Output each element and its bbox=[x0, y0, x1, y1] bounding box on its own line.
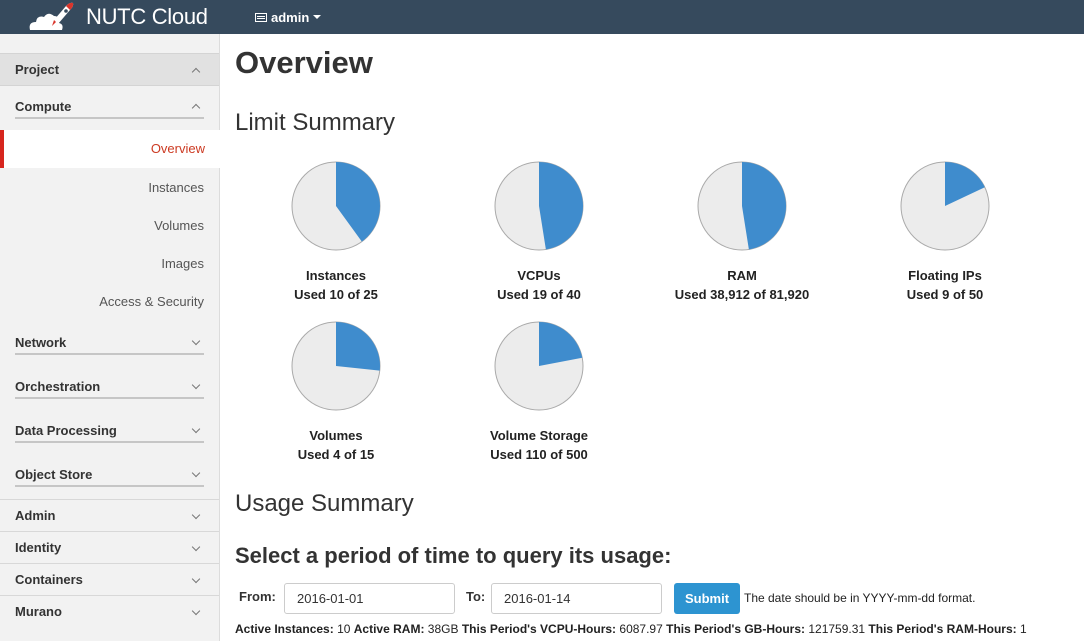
sidebar-group-label: Object Store bbox=[15, 466, 93, 482]
page-title: Overview bbox=[235, 45, 373, 80]
stat-label: This Period's VCPU-Hours: bbox=[461, 622, 617, 636]
pie-used-slice bbox=[742, 162, 787, 250]
chevron-down-icon bbox=[191, 510, 201, 519]
ram-pie-chart bbox=[697, 161, 787, 251]
sidebar-group-orchestration[interactable]: Orchestration bbox=[0, 371, 219, 401]
stat-value: 6087.97 bbox=[619, 622, 663, 636]
sidebar-group-label: Network bbox=[15, 334, 67, 350]
instances-pie-chart bbox=[291, 161, 381, 251]
stat-label: This Period's GB-Hours: bbox=[666, 622, 805, 636]
brand-logo[interactable]: NUTC Cloud bbox=[26, 0, 208, 34]
chevron-down-icon bbox=[191, 468, 201, 478]
floating-ips-pie-chart bbox=[900, 161, 990, 251]
sidebar-dashboard-label: Identity bbox=[15, 540, 62, 555]
usage-summary-heading: Usage Summary bbox=[235, 490, 414, 517]
sidebar-group-object-store[interactable]: Object Store bbox=[0, 459, 219, 489]
sidebar: Project Compute Overview Instances Volum… bbox=[0, 34, 220, 641]
chevron-down-icon bbox=[191, 336, 201, 346]
sidebar-dashboard-label: Murano bbox=[15, 604, 62, 619]
user-menu-dropdown[interactable]: admin bbox=[255, 0, 322, 34]
usage-stats: Active Instances: 10 Active RAM: 38GB Th… bbox=[235, 622, 1027, 636]
date-range-form: From: To: Submit The date should be in Y… bbox=[235, 583, 1084, 615]
divider bbox=[15, 485, 204, 487]
sidebar-item-images[interactable]: Images bbox=[0, 245, 219, 283]
limit-usage: Used 38,912 of 81,920 bbox=[674, 287, 810, 302]
limit-usage: Used 10 of 25 bbox=[294, 287, 378, 302]
limit-usage: Used 9 of 50 bbox=[906, 287, 984, 302]
limit-title: Volume Storage bbox=[489, 428, 588, 443]
stat-value: 121759.31 bbox=[808, 622, 866, 636]
from-label: From: bbox=[239, 589, 276, 604]
volumes-pie-chart bbox=[291, 321, 381, 411]
sidebar-dashboard-containers[interactable]: Containers bbox=[0, 563, 219, 595]
caret-down-icon bbox=[313, 15, 322, 19]
limit-title: Floating IPs bbox=[908, 268, 982, 283]
limit-card-volumes: Volumes Used 4 of 15 bbox=[236, 320, 436, 464]
pie-used-slice bbox=[539, 162, 584, 250]
sidebar-item-volumes[interactable]: Volumes bbox=[0, 207, 219, 245]
main-content: Overview Limit Summary Instances Used 10… bbox=[235, 34, 1084, 641]
sidebar-item-instances[interactable]: Instances bbox=[0, 169, 219, 207]
stat-value: 1 bbox=[1019, 622, 1027, 636]
chevron-down-icon bbox=[191, 542, 201, 551]
project-icon bbox=[255, 12, 267, 22]
stat-label: Active Instances: bbox=[235, 622, 334, 636]
limit-title: Instances bbox=[306, 268, 366, 283]
chevron-up-icon bbox=[191, 103, 201, 113]
stat-label: Active RAM: bbox=[353, 622, 425, 636]
divider bbox=[15, 397, 204, 399]
sidebar-group-label: Compute bbox=[15, 98, 72, 114]
limit-title: RAM bbox=[727, 268, 757, 283]
limit-usage: Used 19 of 40 bbox=[497, 287, 581, 302]
chevron-down-icon bbox=[191, 574, 201, 583]
limit-title: VCPUs bbox=[517, 268, 561, 283]
to-date-input[interactable] bbox=[491, 583, 662, 614]
vcpus-pie-chart bbox=[494, 161, 584, 251]
period-heading: Select a period of time to query its usa… bbox=[235, 543, 672, 568]
stat-value: 10 bbox=[337, 622, 351, 636]
chevron-down-icon bbox=[191, 380, 201, 390]
divider bbox=[15, 441, 204, 443]
limit-card-volume-storage: Volume Storage Used 110 of 500 bbox=[439, 320, 639, 464]
sidebar-dashboard-identity[interactable]: Identity bbox=[0, 531, 219, 563]
chevron-down-icon bbox=[191, 606, 201, 615]
sidebar-dashboard-murano[interactable]: Murano bbox=[0, 595, 219, 627]
limit-summary-heading: Limit Summary bbox=[235, 109, 396, 136]
sidebar-group-data-processing[interactable]: Data Processing bbox=[0, 415, 219, 445]
sidebar-item-overview[interactable]: Overview bbox=[0, 130, 220, 168]
user-menu-label: admin bbox=[271, 9, 310, 25]
brand-name: NUTC Cloud bbox=[86, 4, 208, 29]
sidebar-group-label: Orchestration bbox=[15, 378, 101, 394]
rocket-cloud-icon bbox=[29, 2, 74, 30]
chevron-up-icon bbox=[191, 67, 201, 76]
limit-card-vcpus: VCPUs Used 19 of 40 bbox=[439, 160, 639, 304]
limit-card-floating-ips: Floating IPs Used 9 of 50 bbox=[845, 160, 1045, 304]
sidebar-group-network[interactable]: Network bbox=[0, 327, 219, 357]
divider bbox=[15, 353, 204, 355]
from-date-input[interactable] bbox=[284, 583, 455, 614]
sidebar-dashboard-label: Admin bbox=[15, 508, 56, 523]
limit-title: Volumes bbox=[309, 428, 363, 443]
sidebar-project-header[interactable]: Project bbox=[0, 53, 219, 86]
sidebar-dashboard-admin[interactable]: Admin bbox=[0, 499, 219, 531]
sidebar-group-compute[interactable]: Compute bbox=[0, 91, 219, 121]
sidebar-item-access-security[interactable]: Access & Security bbox=[0, 283, 219, 321]
volume-storage-pie-chart bbox=[494, 321, 584, 411]
chevron-down-icon bbox=[191, 424, 201, 434]
sidebar-group-label: Data Processing bbox=[15, 422, 117, 438]
pie-used-slice bbox=[336, 322, 380, 371]
limit-card-ram: RAM Used 38,912 of 81,920 bbox=[642, 160, 842, 304]
to-label: To: bbox=[466, 589, 486, 604]
limit-usage: Used 4 of 15 bbox=[297, 447, 375, 462]
date-format-hint: The date should be in YYYY-mm-dd format. bbox=[744, 591, 976, 605]
sidebar-project-label: Project bbox=[15, 62, 60, 77]
divider bbox=[15, 117, 204, 119]
sidebar-dashboard-label: Containers bbox=[15, 572, 83, 587]
submit-button[interactable]: Submit bbox=[674, 583, 740, 614]
stat-label: This Period's RAM-Hours: bbox=[868, 622, 1017, 636]
limit-card-instances: Instances Used 10 of 25 bbox=[236, 160, 436, 304]
stat-value: 38GB bbox=[427, 622, 459, 636]
top-navbar: NUTC Cloud admin bbox=[0, 0, 1084, 34]
limit-usage: Used 110 of 500 bbox=[490, 447, 588, 462]
